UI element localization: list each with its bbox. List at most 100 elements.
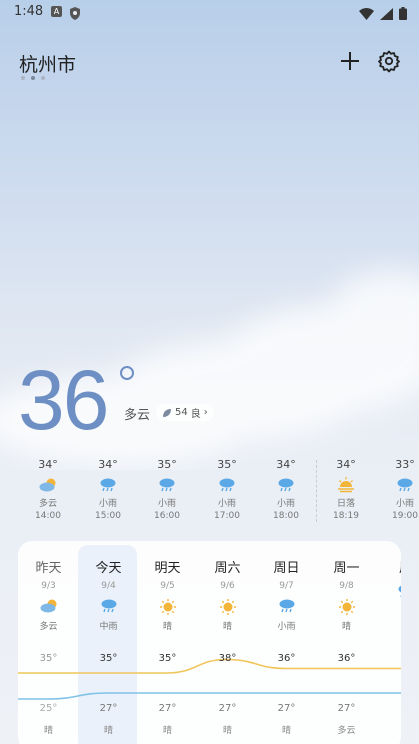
aqi-badge[interactable]: 54 良 › (156, 404, 214, 421)
A-icon: A (51, 6, 62, 17)
status-bar: 1:48 A (0, 0, 419, 24)
day-low-temp: 27° (337, 703, 356, 714)
rain-icon (397, 583, 401, 601)
rain-icon (99, 477, 117, 493)
degree-symbol (120, 366, 134, 380)
day-condition: 多云 (39, 622, 58, 632)
day-low-temp: 25° (39, 703, 58, 714)
hourly-time: 15:00 (95, 511, 121, 521)
day-date: 9/3 (41, 581, 56, 591)
hourly-condition: 小雨 (98, 499, 117, 509)
aqi-label: 良 (190, 409, 201, 420)
page-dot-active (31, 76, 35, 80)
hourly-time: 19:00 (392, 511, 418, 521)
partly-cloudy-icon (40, 598, 58, 616)
hourly-temp: 35° (217, 458, 237, 471)
settings-button[interactable] (377, 49, 401, 73)
add-city-button[interactable] (338, 49, 362, 73)
current-condition: 多云 (124, 408, 151, 423)
day-name: 昨天 (35, 561, 62, 576)
rain-icon (158, 477, 176, 493)
hourly-condition: 多云 (38, 499, 57, 509)
day-date: 9/5 (160, 581, 175, 591)
shield-icon (69, 5, 81, 24)
daily-forecast-card[interactable]: 昨天 9/3 多云 35° 25° 晴 今天 9/4 中雨 35° 27° 晴 明天 9/5 晴 35° 27°… (18, 541, 401, 744)
hourly-temp: 34° (276, 458, 296, 471)
rain-icon (100, 598, 118, 616)
day-high-temp: 38° (218, 653, 237, 664)
low-temp-line (18, 692, 401, 700)
day-low-temp: 27° (218, 703, 237, 714)
page-dot (21, 76, 25, 80)
day-date: 9/8 (339, 581, 354, 591)
sun-icon (159, 598, 177, 616)
day-low-temp: 27° (99, 703, 118, 714)
plus-icon (341, 52, 359, 70)
day-name: 周一 (333, 561, 360, 576)
daily-item[interactable]: 今天 9/4 中雨 (79, 557, 138, 632)
hourly-item: 34° 小雨 18:00 (256, 458, 316, 521)
day-low-temp: 27° (277, 703, 296, 714)
day-high-temp: 36° (337, 653, 356, 664)
night-condition: 晴 (103, 726, 113, 736)
day-date: 9/4 (101, 581, 116, 591)
hourly-time: 17:00 (214, 511, 240, 521)
day-condition: 中雨 (99, 622, 118, 632)
sun-icon (219, 598, 237, 616)
city-name[interactable]: 杭州市 (19, 50, 76, 77)
rain-icon (278, 598, 296, 616)
night-condition: 晴 (222, 726, 232, 736)
hourly-condition: 小雨 (395, 499, 414, 509)
hourly-item: 35° 小雨 17:00 (197, 458, 257, 521)
night-condition: 晴 (281, 726, 291, 736)
hourly-item: 34° 日落 18:19 (316, 458, 376, 521)
daily-item[interactable]: 周日 9/7 小雨 (257, 557, 316, 632)
hourly-condition: 小雨 (276, 499, 295, 509)
daily-item[interactable]: 明天 9/5 晴 (138, 557, 197, 632)
night-condition: 晴 (162, 726, 172, 736)
rain-icon (396, 477, 414, 493)
hourly-forecast[interactable]: 34° 多云 14:00 34° 小雨 15:00 35° 小雨 16:00 35° 小雨 17:00… (0, 458, 419, 528)
signal-icon (380, 5, 393, 24)
hourly-condition: 小雨 (217, 499, 236, 509)
day-name: 周日 (273, 561, 300, 576)
hourly-item: 34° 小雨 15:00 (78, 458, 138, 521)
leaf-icon (163, 408, 171, 417)
sun-icon (338, 598, 356, 616)
chevron-right-icon: › (203, 407, 208, 418)
rain-icon (218, 477, 236, 493)
daily-item[interactable]: 周六 9/6 晴 (198, 557, 257, 632)
day-name: 周 (376, 557, 401, 576)
daily-item[interactable]: 昨天 9/3 多云 (19, 557, 78, 632)
day-high-temp: 35° (158, 653, 177, 664)
hourly-time: 16:00 (154, 511, 180, 521)
hourly-temp: 34° (336, 458, 356, 471)
hourly-item: 35° 小雨 16:00 (137, 458, 197, 521)
day-condition: 晴 (222, 622, 232, 632)
hourly-time: 18:19 (333, 511, 359, 521)
day-high-temp: 35° (39, 653, 58, 664)
battery-icon (399, 5, 407, 24)
hourly-temp: 34° (38, 458, 58, 471)
daily-item[interactable]: 周 (376, 557, 401, 604)
night-condition: 多云 (337, 726, 356, 736)
day-high-temp: 3 (376, 653, 401, 664)
day-name: 今天 (95, 561, 122, 576)
aqi-value: 54 (175, 407, 188, 418)
rain-icon (277, 477, 295, 493)
hourly-item: 34° 多云 14:00 (18, 458, 78, 521)
day-low-temp: 27° (158, 703, 177, 714)
hourly-temp: 34° (98, 458, 118, 471)
daily-item[interactable]: 周一 9/8 晴 (317, 557, 376, 632)
day-condition: 晴 (162, 622, 172, 632)
current-temperature: 36 (18, 353, 109, 447)
page-indicator (21, 76, 45, 80)
page-dot (41, 76, 45, 80)
wifi-icon (359, 5, 374, 24)
sunset-icon (337, 477, 355, 493)
partly-cloudy-icon (39, 477, 57, 493)
day-high-temp: 35° (99, 653, 118, 664)
hourly-temp: 35° (157, 458, 177, 471)
day-condition: 晴 (341, 622, 351, 632)
night-condition: 晴 (43, 726, 53, 736)
